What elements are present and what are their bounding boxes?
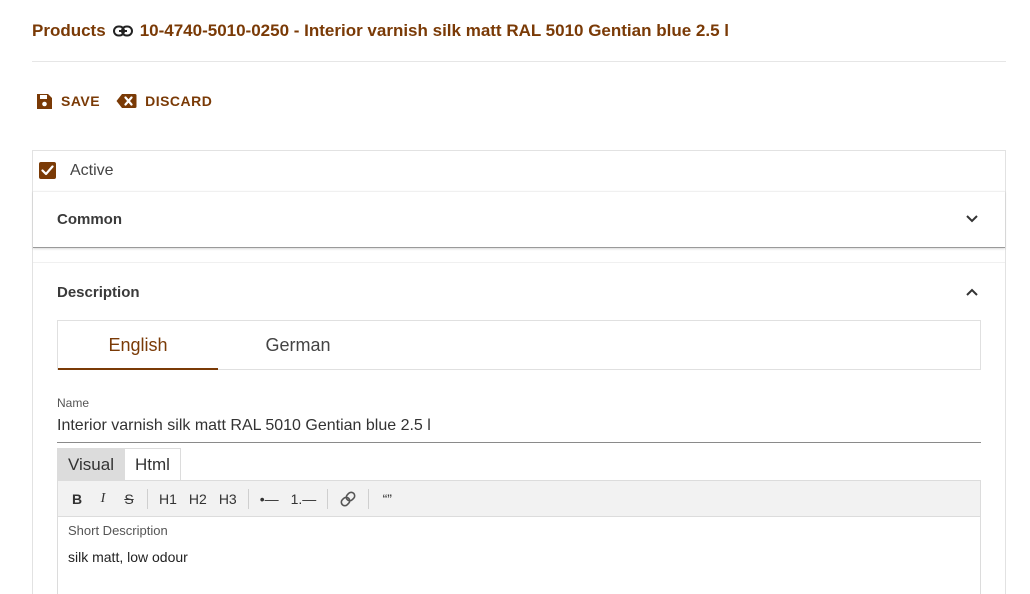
chevron-up-icon[interactable] (965, 285, 979, 299)
language-tabs: English German (57, 320, 981, 370)
section-description: Description English German Name Interior… (33, 262, 1005, 594)
chevron-down-icon[interactable] (965, 212, 979, 226)
backspace-x-icon (116, 93, 137, 109)
active-checkbox[interactable] (39, 162, 56, 179)
toolbar-separator (327, 488, 329, 509)
toolbar-separator (368, 488, 370, 509)
active-tab-indicator (58, 368, 218, 370)
strikethrough-button[interactable]: S (116, 486, 142, 512)
name-field-label: Name (57, 396, 90, 410)
section-common-title: Common (57, 211, 122, 228)
discard-button[interactable]: DISCARD (116, 93, 212, 109)
tab-english[interactable]: English (58, 321, 218, 370)
section-divider (33, 191, 1005, 192)
save-label: SAVE (61, 93, 101, 109)
toolbar-separator (247, 488, 249, 509)
name-field[interactable]: Interior varnish silk matt RAL 5010 Gent… (57, 417, 981, 443)
link-icon (340, 491, 356, 506)
bold-button[interactable]: B (64, 486, 90, 512)
tab-html[interactable]: Html (124, 449, 180, 481)
blockquote-button[interactable]: “” (374, 486, 400, 512)
tab-english-label: English (108, 334, 168, 355)
editor-toolbar: B I S H1 H2 H3 •— 1.— “” (57, 480, 981, 517)
save-button[interactable]: SAVE (36, 93, 100, 110)
active-row: Active (33, 151, 1005, 190)
short-description-label: Short Description (68, 523, 168, 538)
link-icon (112, 20, 134, 42)
heading2-button[interactable]: H2 (183, 486, 213, 512)
tab-german-label: German (265, 334, 331, 355)
tab-visual[interactable]: Visual (58, 449, 124, 481)
heading3-button[interactable]: H3 (213, 486, 243, 512)
italic-button[interactable]: I (90, 486, 116, 512)
short-description-text[interactable]: silk matt, low odour (68, 549, 188, 565)
ordered-list-button[interactable]: 1.— (285, 486, 323, 512)
breadcrumb-products-link[interactable]: Products (32, 21, 106, 41)
section-description-title: Description (57, 284, 140, 301)
active-label: Active (70, 161, 114, 179)
section-common[interactable]: Common (33, 191, 1005, 248)
product-form-panel: Active Common Description English German… (32, 150, 1006, 594)
discard-label: DISCARD (145, 93, 213, 109)
tab-german[interactable]: German (218, 321, 378, 369)
editor-mode-tabs: Visual Html (57, 448, 181, 481)
floppy-disk-icon (36, 93, 53, 110)
bullet-list-button[interactable]: •— (254, 486, 285, 512)
checkmark-icon (41, 165, 54, 176)
action-toolbar: SAVE DISCARD (36, 90, 212, 112)
header-divider (32, 61, 1006, 62)
heading1-button[interactable]: H1 (153, 486, 183, 512)
page-title: 10-4740-5010-0250 - Interior varnish sil… (139, 21, 729, 40)
editor-body[interactable]: Short Description silk matt, low odour (57, 516, 981, 594)
link-button[interactable] (333, 486, 363, 512)
page-header: Products 10-4740-5010-0250 - Interior va… (32, 19, 729, 43)
toolbar-separator (147, 488, 148, 509)
